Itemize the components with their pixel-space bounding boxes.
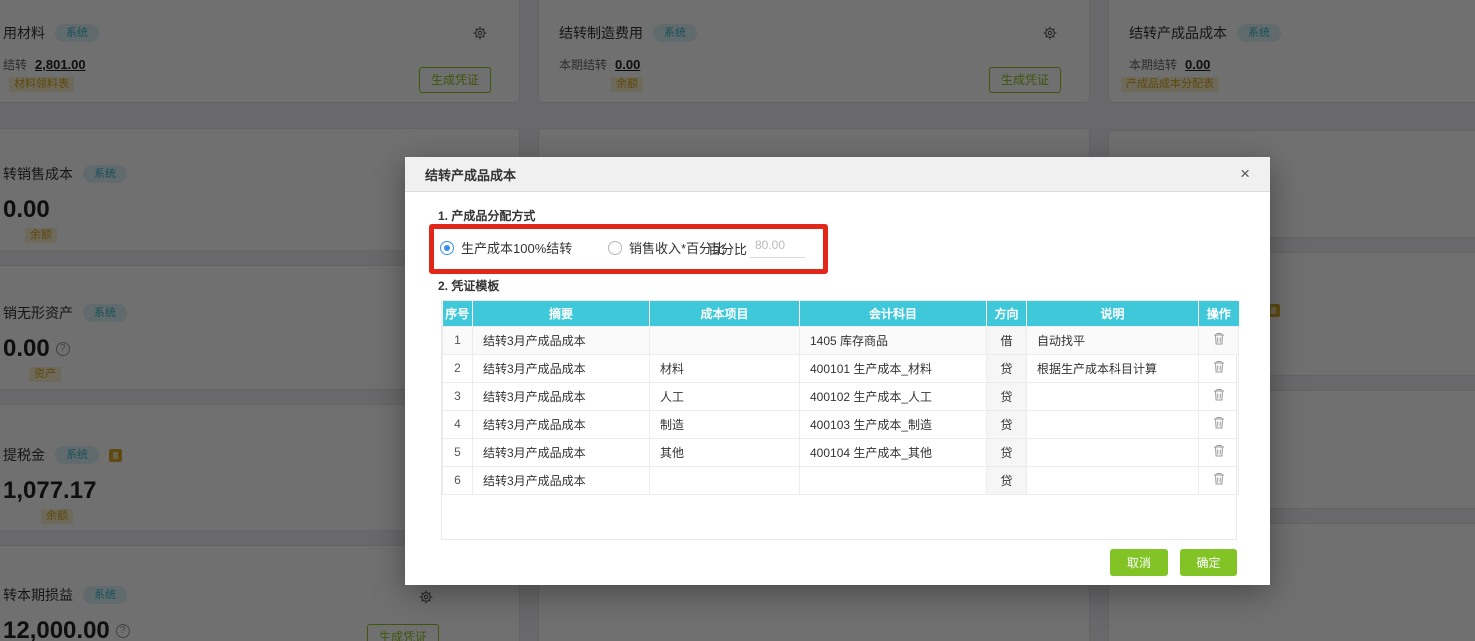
- table-row: 5 结转3月产成品成本 其他 400104 生产成本_其他贷: [442, 437, 1239, 467]
- cell-item: 材料: [649, 353, 800, 383]
- cell-dir: 贷: [986, 465, 1027, 495]
- highlight-annotation-box: [429, 224, 828, 274]
- column-header: 成本项目: [649, 301, 800, 326]
- delete-row-icon[interactable]: [1198, 381, 1239, 411]
- cell-item: 其他: [649, 437, 800, 467]
- column-header: 方向: [986, 301, 1027, 326]
- cell-acct: 1405 库存商品: [799, 325, 987, 355]
- column-header: 操作: [1198, 301, 1239, 326]
- cell-dir: 贷: [986, 381, 1027, 411]
- cell-idx: 1: [442, 325, 473, 355]
- cell-acct: 400102 生产成本_人工: [799, 381, 987, 411]
- cell-acct: 400101 生产成本_材料: [799, 353, 987, 383]
- cell-sum: 结转3月产成品成本: [472, 409, 650, 439]
- table-row: 1 结转3月产成品成本 1405 库存商品借自动找平: [442, 325, 1239, 355]
- column-header: 序号: [442, 301, 473, 326]
- delete-row-icon[interactable]: [1198, 325, 1239, 355]
- table-row: 2 结转3月产成品成本 材料 400101 生产成本_材料贷根据生产成本科目计算: [442, 353, 1239, 383]
- column-header: 说明: [1026, 301, 1199, 326]
- cell-idx: 3: [442, 381, 473, 411]
- cell-acct: 400103 生产成本_制造: [799, 409, 987, 439]
- delete-row-icon[interactable]: [1198, 437, 1239, 467]
- column-header: 摘要: [472, 301, 650, 326]
- cell-acct: [799, 465, 987, 495]
- cell-item: [649, 465, 800, 495]
- dialog-title: 结转产成品成本: [425, 167, 517, 183]
- cell-sum: 结转3月产成品成本: [472, 381, 650, 411]
- table-row: 4 结转3月产成品成本 制造 400103 生产成本_制造贷: [442, 409, 1239, 439]
- cell-dir: 贷: [986, 409, 1027, 439]
- cell-item: [649, 325, 800, 355]
- confirm-button[interactable]: 确定: [1180, 549, 1237, 576]
- cell-idx: 4: [442, 409, 473, 439]
- delete-row-icon[interactable]: [1198, 409, 1239, 439]
- column-header: 会计科目: [799, 301, 987, 326]
- cell-idx: 5: [442, 437, 473, 467]
- delete-row-icon[interactable]: [1198, 465, 1239, 495]
- voucher-template-table: 序号 摘要 成本项目 会计科目 方向 说明 操作 1 结转3月产成品成本 1405 库存商品借自…: [441, 300, 1239, 540]
- cell-note: [1026, 409, 1199, 439]
- cell-acct: 400104 生产成本_其他: [799, 437, 987, 467]
- cell-dir: 贷: [986, 437, 1027, 467]
- cell-note: [1026, 381, 1199, 411]
- cell-note: 根据生产成本科目计算: [1026, 353, 1199, 383]
- cell-idx: 6: [442, 465, 473, 495]
- carryover-finished-goods-dialog: 结转产成品成本 × 1. 产成品分配方式 生产成本100%结转 销售收入*百分比…: [405, 157, 1270, 585]
- cell-sum: 结转3月产成品成本: [472, 437, 650, 467]
- cell-note: [1026, 465, 1199, 495]
- section1-label: 1. 产成品分配方式: [438, 209, 536, 223]
- cell-item: 人工: [649, 381, 800, 411]
- cell-idx: 2: [442, 353, 473, 383]
- table-header-row: 序号 摘要 成本项目 会计科目 方向 说明 操作: [442, 301, 1239, 326]
- cell-dir: 借: [986, 325, 1027, 355]
- dialog-header: 结转产成品成本 ×: [405, 157, 1270, 192]
- close-icon[interactable]: ×: [1240, 164, 1250, 184]
- table-row: 3 结转3月产成品成本 人工 400102 生产成本_人工贷: [442, 381, 1239, 411]
- cell-sum: 结转3月产成品成本: [472, 353, 650, 383]
- cell-dir: 贷: [986, 353, 1027, 383]
- table-row: 6 结转3月产成品成本 贷: [442, 465, 1239, 495]
- cell-item: 制造: [649, 409, 800, 439]
- cancel-button[interactable]: 取消: [1110, 549, 1168, 576]
- section2-label: 2. 凭证模板: [438, 279, 500, 293]
- cell-sum: 结转3月产成品成本: [472, 325, 650, 355]
- cell-note: [1026, 437, 1199, 467]
- cell-note: 自动找平: [1026, 325, 1199, 355]
- delete-row-icon[interactable]: [1198, 353, 1239, 383]
- cell-sum: 结转3月产成品成本: [472, 465, 650, 495]
